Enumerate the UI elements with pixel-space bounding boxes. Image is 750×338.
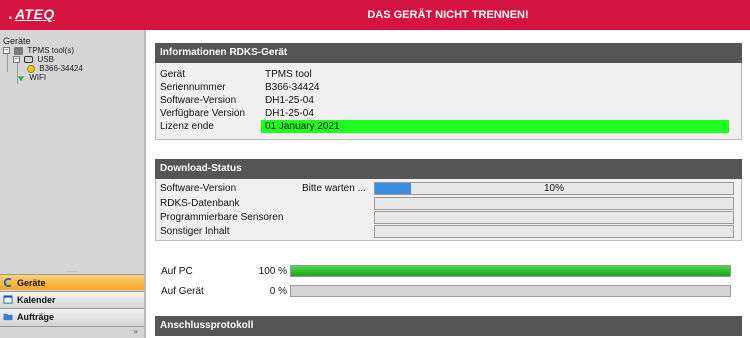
devices-icon bbox=[3, 278, 12, 287]
tree-node-label: TPMS tool(s) bbox=[27, 46, 74, 55]
transfer-label: Auf Gerät bbox=[161, 286, 204, 297]
nav-label: Geräte bbox=[17, 277, 46, 288]
tree-node-device[interactable]: B366-34424 bbox=[27, 64, 83, 73]
transfer-row-pc: Auf PC 100 % bbox=[161, 265, 741, 279]
transfer-progress-bar bbox=[290, 265, 731, 277]
download-row: Software-Version Bitte warten ... 10% bbox=[160, 182, 740, 196]
info-panel-header: Informationen RDKS-Gerät bbox=[155, 43, 742, 63]
nav-label: Aufträge bbox=[17, 311, 55, 322]
wifi-icon bbox=[17, 76, 25, 82]
tree-node-label: WIFI bbox=[29, 73, 47, 82]
download-label: RDKS-Datenbank bbox=[160, 198, 240, 209]
info-label: Verfügbare Version bbox=[160, 108, 246, 119]
download-label: Sonstiger Inhalt bbox=[160, 226, 230, 237]
download-row: Sonstiger Inhalt bbox=[160, 225, 740, 239]
tree-node-wifi[interactable]: WIFI bbox=[17, 73, 46, 82]
info-value: DH1-25-04 bbox=[265, 95, 314, 106]
sidebar: Geräte − TPMS tool(s) − USB B366-34424 W… bbox=[0, 30, 146, 338]
download-progress-bar bbox=[374, 197, 734, 210]
collapse-toggle-icon[interactable]: − bbox=[3, 47, 10, 55]
warning-icon bbox=[27, 64, 35, 73]
download-label: Programmierbare Sensoren bbox=[160, 212, 284, 223]
download-row: Programmierbare Sensoren bbox=[160, 211, 740, 225]
transfer-label: Auf PC bbox=[161, 266, 193, 277]
device-tree: − TPMS tool(s) − USB B366-34424 WIFI bbox=[0, 46, 144, 260]
info-value: TPMS tool bbox=[265, 69, 312, 80]
calendar-icon bbox=[3, 295, 13, 304]
info-label: Gerät bbox=[160, 69, 186, 80]
top-bar: . ATEQ DAS GERÄT NICHT TRENNEN! bbox=[0, 0, 750, 30]
tree-node-usb[interactable]: − USB bbox=[13, 55, 54, 64]
info-label: Seriennummer bbox=[160, 82, 226, 93]
transfer-row-device: Auf Gerät 0 % bbox=[161, 285, 741, 299]
transfer-percent: 100 % bbox=[258, 266, 287, 277]
tree-node-label: USB bbox=[37, 55, 54, 64]
download-progress-bar bbox=[374, 211, 734, 224]
usb-icon bbox=[24, 56, 34, 64]
download-label: Software-Version bbox=[160, 183, 237, 194]
nav-calendar-button[interactable]: Kalender bbox=[0, 291, 144, 307]
collapse-sidebar-button[interactable]: » bbox=[0, 326, 144, 338]
download-panel-header: Download-Status bbox=[155, 159, 742, 179]
tree-line bbox=[7, 54, 8, 72]
info-label: Lizenz ende bbox=[160, 121, 214, 132]
license-expiry-value: 01 January 2021 bbox=[261, 120, 729, 133]
folder-icon bbox=[3, 313, 13, 321]
download-progress-percent: 10% bbox=[543, 183, 564, 194]
info-label: Software-Version bbox=[160, 95, 237, 106]
ateq-logo: . ATEQ bbox=[8, 6, 55, 23]
download-progress-bar bbox=[374, 225, 734, 238]
logo-text: ATEQ bbox=[14, 6, 55, 22]
nav-label: Kalender bbox=[17, 294, 56, 305]
info-panel: Gerät TPMS tool Seriennummer B366-34424 … bbox=[155, 63, 742, 140]
nav-orders-button[interactable]: Aufträge bbox=[0, 308, 144, 324]
tool-icon bbox=[14, 46, 24, 55]
warning-title: DAS GERÄT NICHT TRENNEN! bbox=[367, 9, 529, 21]
tree-node-root[interactable]: − TPMS tool(s) bbox=[3, 46, 74, 55]
transfer-percent: 0 % bbox=[269, 286, 287, 297]
collapse-toggle-icon[interactable]: − bbox=[13, 56, 20, 64]
transfer-progress-fill bbox=[291, 266, 730, 276]
transfer-progress-bar bbox=[290, 285, 731, 297]
info-value: DH1-25-04 bbox=[265, 108, 314, 119]
download-panel: Software-Version Bitte warten ... 10% RD… bbox=[155, 179, 742, 241]
info-value: B366-34424 bbox=[265, 82, 320, 93]
download-row: RDKS-Datenbank bbox=[160, 197, 740, 211]
download-status: Bitte warten ... bbox=[302, 183, 366, 194]
download-progress-bar: 10% bbox=[374, 182, 734, 195]
main-content: Informationen RDKS-Gerät Gerät TPMS tool… bbox=[148, 30, 750, 338]
tree-node-label: B366-34424 bbox=[39, 64, 83, 73]
nav-devices-button[interactable]: Geräte bbox=[0, 274, 144, 290]
tree-title: Geräte bbox=[3, 36, 31, 46]
protocol-panel-header: Anschlussprotokoll bbox=[155, 316, 742, 336]
